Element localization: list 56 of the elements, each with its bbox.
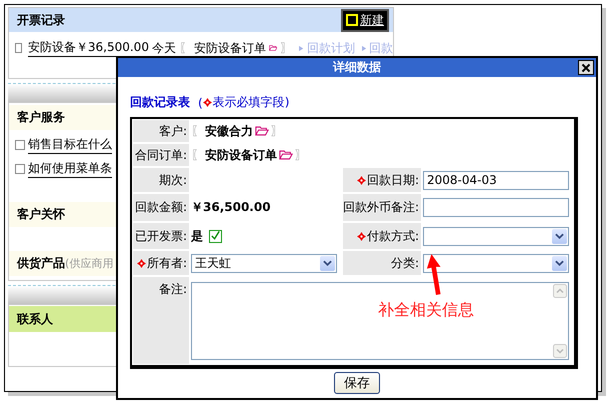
field-label: 分类: [390,254,419,272]
help-link[interactable]: 如何使用菜单条 [28,160,112,178]
record-link[interactable]: 安防设备订单 [205,146,277,164]
checkbox[interactable] [209,230,222,242]
field-label: 客户: [158,122,187,140]
field-label: 备注: [158,281,187,298]
field-value: ￥36,500.00 [191,199,271,216]
help-link[interactable]: 销售目标在什么 [28,136,112,154]
window-title: 详细数据 [333,59,381,76]
field-value: 是 [191,228,203,244]
field-label: 期次: [158,172,187,188]
field-label: 付款方式: [366,228,419,244]
annotation-text: 补全相关信息 [378,300,474,321]
text-area[interactable] [191,282,569,360]
field-label: 已开发票: [134,228,187,244]
bracket: 〖 [191,146,203,164]
save-button[interactable]: 保存 [334,372,380,394]
section-title: 联系人 [17,310,53,328]
hint-text: ( [198,96,203,110]
order-link[interactable]: 安防设备订单 [194,40,266,56]
input-field[interactable] [423,198,569,217]
section-title: 供货产品 [17,255,65,272]
checkbox[interactable] [15,140,25,150]
play-icon [362,44,366,52]
play-icon [299,44,304,52]
bracket: 〗 [271,122,283,140]
hint-text: 表示必填字段) [212,94,290,111]
dropdown[interactable] [423,254,569,272]
section-note: (供应商用 [65,256,114,271]
field-label: 所有者: [146,254,187,272]
close-button[interactable] [578,60,594,75]
required-icon [202,98,212,107]
date-text: 今天 [152,40,176,56]
section-title: 开票记录 [17,12,65,28]
folder-icon[interactable] [279,150,293,160]
checkbox[interactable] [15,43,22,53]
field-label: 回款日期: [366,172,419,188]
field-label: 回款外币备注: [342,199,419,216]
folder-icon[interactable] [255,126,269,136]
input-field[interactable]: 2008-04-03 [423,170,569,190]
record-link[interactable]: 安徽合力 [205,122,253,140]
scroll-down-icon [553,344,567,358]
scroll-up-icon [553,284,567,298]
field-label: 回款金额: [134,199,187,216]
new-button[interactable]: 新建 [341,8,389,32]
bracket: 〖 [191,122,203,140]
dropdown[interactable]: 王天虹 [191,254,337,272]
section-title: 客户服务 [17,109,65,126]
section-title: 客户关怀 [17,206,65,223]
bracket: 〗 [280,40,292,56]
field-label: 合同订单: [134,146,187,164]
form-title: 回款记录表 [130,94,190,111]
folder-icon[interactable] [268,43,278,53]
bracket: 〗 [295,146,307,164]
bracket: 〖 [178,40,191,56]
checkbox[interactable] [15,164,25,174]
